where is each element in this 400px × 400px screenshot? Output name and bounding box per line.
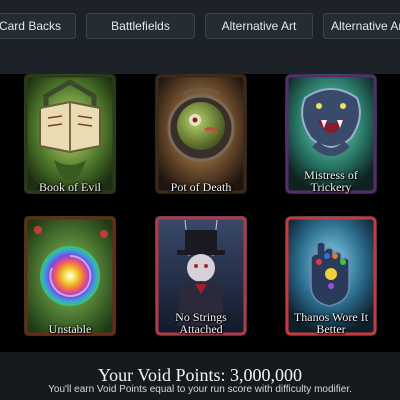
- card-unstable[interactable]: Unstable: [24, 216, 116, 336]
- card-book-of-evil[interactable]: Book of Evil: [24, 74, 116, 194]
- tab-card-backs[interactable]: Card Backs: [0, 13, 76, 39]
- card-title: Pot of Death: [170, 180, 232, 194]
- void-points-hint: You'll earn Void Points equal to your ru…: [48, 384, 352, 395]
- card-thanos-wore-it-better[interactable]: Thanos Wore It Better: [285, 216, 377, 336]
- tab-battlefields[interactable]: Battlefields: [86, 13, 195, 39]
- cauldron-art: [155, 74, 247, 194]
- card-title: No Strings Attached: [175, 310, 227, 336]
- evil-book-art: [24, 74, 116, 194]
- void-points-total: Your Void Points: 3,000,000: [97, 365, 303, 385]
- tab-alternative-art-s[interactable]: Alternative Art S: [323, 13, 400, 39]
- card-title: Thanos Wore It Better: [293, 310, 369, 336]
- card-title: Unstable: [48, 322, 92, 336]
- void-points-footer: Your Void Points: 3,000,000 You'll earn …: [0, 352, 400, 400]
- card-pot-of-death[interactable]: Pot of Death: [155, 74, 247, 194]
- tab-alternative-art[interactable]: Alternative Art: [205, 13, 313, 39]
- card-title: Mistress of Trickery: [304, 168, 358, 194]
- card-art-grid: Book of Evil Pot of Death Mistress of Tr…: [0, 74, 400, 350]
- card-no-strings-attached[interactable]: No Strings Attached: [155, 216, 247, 336]
- card-mistress-of-trickery[interactable]: Mistress of Trickery: [285, 74, 377, 194]
- card-title: Book of Evil: [39, 180, 101, 194]
- category-tab-bar: Card Backs Battlefields Alternative Art …: [0, 0, 400, 74]
- rainbow-vortex-art: [24, 216, 116, 336]
